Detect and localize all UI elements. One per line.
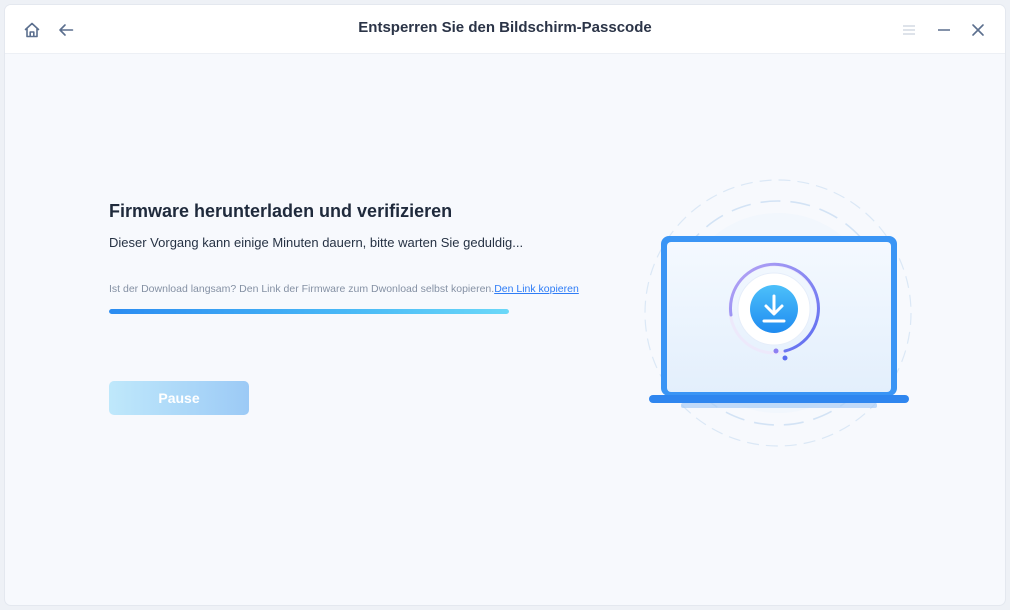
page-heading: Firmware herunterladen und verifizieren — [109, 201, 453, 221]
app-window: Entsperren Sie den Bildschirm-Passcode F… — [5, 5, 1005, 605]
download-icon — [750, 285, 798, 333]
menu-icon[interactable] — [898, 19, 920, 41]
minimize-icon[interactable] — [933, 19, 955, 41]
hint-text: Ist der Download langsam? Den Link der F… — [109, 283, 495, 295]
pause-button[interactable]: Pause — [109, 381, 249, 415]
laptop-illustration — [633, 178, 923, 448]
page-subtitle: Dieser Vorgang kann einige Minuten dauer… — [109, 235, 524, 250]
slow-download-hint: Ist der Download langsam? Den Link der F… — [109, 283, 579, 295]
copy-link[interactable]: Den Link kopieren — [494, 283, 579, 295]
window-title: Entsperren Sie den Bildschirm-Passcode — [358, 19, 652, 36]
progress-fill — [109, 309, 509, 314]
progress-bar — [109, 309, 509, 314]
title-bar: Entsperren Sie den Bildschirm-Passcode — [5, 5, 1005, 54]
close-icon[interactable] — [967, 19, 989, 41]
